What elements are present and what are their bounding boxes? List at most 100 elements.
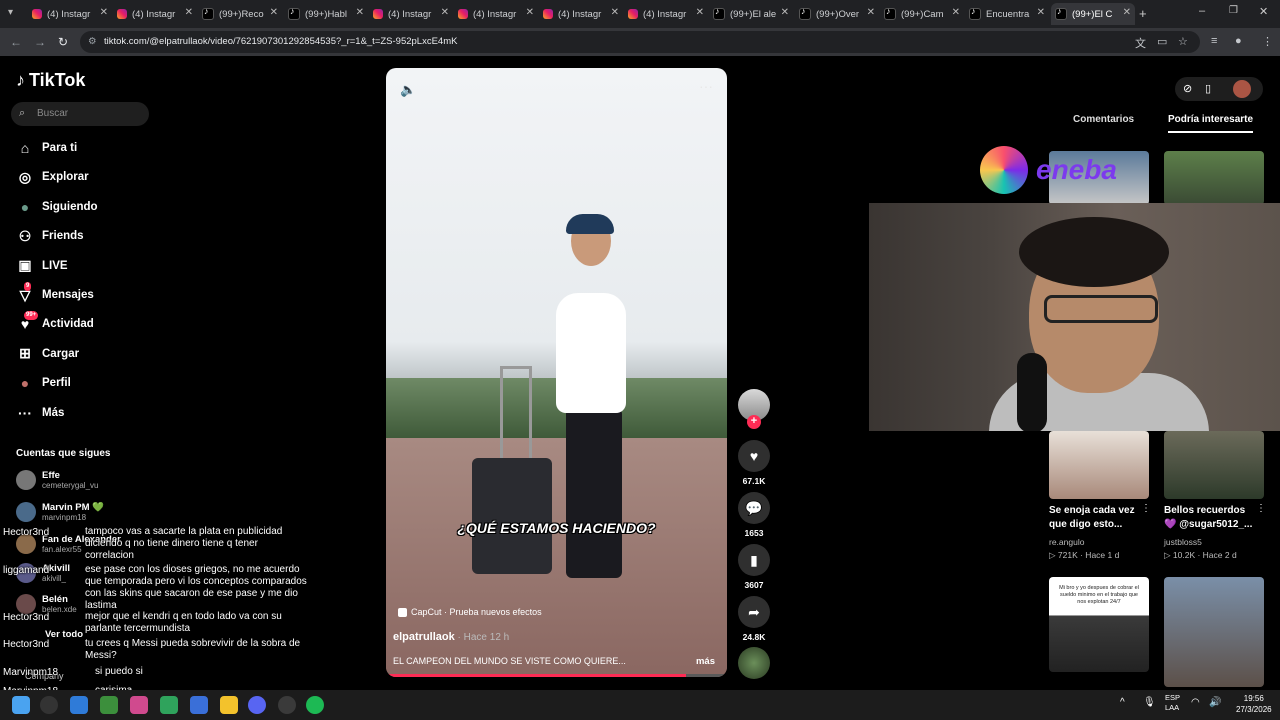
bookmark-star-icon[interactable]: ☆ <box>1178 35 1188 48</box>
sidebar-item[interactable]: ⚇ Friends <box>16 225 84 247</box>
share-icon[interactable]: ➦ <box>738 596 770 628</box>
compass-small-icon[interactable]: ⊘ <box>1183 82 1192 95</box>
like-action[interactable]: ♥ 67.1K <box>738 440 770 486</box>
search-input[interactable]: ⌕ Buscar <box>11 102 149 126</box>
new-tab-button[interactable]: + <box>1139 6 1147 21</box>
volume-tray-icon[interactable]: 🔊 <box>1209 697 1221 708</box>
edge-icon[interactable] <box>70 696 88 714</box>
tiktok-logo[interactable]: ♪ TikTok <box>16 70 85 91</box>
follow-plus-button[interactable]: + <box>747 415 761 429</box>
music-disc-icon[interactable] <box>738 647 770 679</box>
system-clock[interactable]: 19:56 27/3/2026 <box>1236 693 1272 715</box>
close-tab-icon[interactable]: ✕ <box>696 7 704 18</box>
comment-action[interactable]: 💬 1653 <box>738 492 770 538</box>
close-tab-icon[interactable]: ✕ <box>441 7 449 18</box>
mic-tray-icon[interactable]: 🎙 <box>1143 697 1156 708</box>
tab-recommended[interactable]: Podría interesarte <box>1168 114 1254 133</box>
maximize-icon[interactable]: ❐ <box>1229 5 1238 16</box>
browser-tab[interactable]: (4) Instagr ✕ <box>28 3 112 25</box>
save-action[interactable]: ▮ 3607 <box>738 544 770 590</box>
video-options-icon[interactable]: ··· <box>699 78 713 94</box>
close-tab-icon[interactable]: ✕ <box>867 7 875 18</box>
browser-tab[interactable]: (99+)Cam ✕ <box>880 3 964 25</box>
close-tab-icon[interactable]: ✕ <box>270 7 278 18</box>
site-info-icon[interactable]: ⚙ <box>88 31 97 53</box>
volume-icon[interactable]: 🔈 <box>400 82 416 98</box>
bookmark-icon[interactable]: ▮ <box>738 544 770 576</box>
forward-icon[interactable]: → <box>34 35 46 49</box>
user-avatar[interactable] <box>1233 80 1251 98</box>
video-options-icon[interactable]: ⋮ <box>1141 503 1151 514</box>
share-action[interactable]: ➦ 24.8K <box>738 596 770 642</box>
browser-tab[interactable]: (99+)Habl ✕ <box>284 3 368 25</box>
video-author[interactable]: re.angulo <box>1049 537 1084 547</box>
close-tab-icon[interactable]: ✕ <box>1123 7 1131 18</box>
app-icon[interactable] <box>190 696 208 714</box>
sidebar-item[interactable]: ● Perfil <box>16 372 71 394</box>
video-thumbnail[interactable] <box>1164 577 1264 687</box>
video-options-icon[interactable]: ⋮ <box>1256 503 1266 514</box>
comment-icon[interactable]: 💬 <box>738 492 770 524</box>
close-tab-icon[interactable]: ✕ <box>952 7 960 18</box>
language-indicator[interactable]: ESP LAA <box>1165 693 1180 713</box>
close-tab-icon[interactable]: ✕ <box>100 7 108 18</box>
sidebar-item[interactable]: ▽ 9 Mensajes <box>16 282 94 306</box>
translate-icon[interactable]: 文 <box>1135 35 1146 51</box>
back-icon[interactable]: ← <box>10 35 22 49</box>
video-author[interactable]: justbloss5 <box>1164 537 1202 547</box>
browser-tab[interactable]: (99+)El ale ✕ <box>709 3 793 25</box>
followed-account[interactable]: Belén belen.xde <box>16 594 77 614</box>
close-tab-icon[interactable]: ✕ <box>526 7 534 18</box>
video-title[interactable]: Se enoja cada vez que digo esto... <box>1049 504 1141 532</box>
video-thumbnail[interactable] <box>1164 151 1264 205</box>
close-tab-icon[interactable]: ✕ <box>185 7 193 18</box>
browser-tab[interactable]: (4) Instagr ✕ <box>539 3 623 25</box>
profile-icon[interactable]: ● <box>1235 35 1242 47</box>
video-author[interactable]: elpatrullaok · Hace 12 h <box>393 631 509 643</box>
cast-icon[interactable]: ▭ <box>1157 35 1167 48</box>
app-icon[interactable] <box>160 696 178 714</box>
search-taskbar-icon[interactable] <box>40 696 58 714</box>
url-field[interactable]: ⚙ tiktok.com/@elpatrullaok/video/7621907… <box>80 31 1200 53</box>
sidebar-item[interactable]: ♥ 99+ Actividad <box>16 311 94 335</box>
tray-chevron-icon[interactable]: ^ <box>1120 697 1125 708</box>
start-icon[interactable] <box>12 696 30 714</box>
browser-tab[interactable]: (4) Instagr ✕ <box>113 3 197 25</box>
discord-icon[interactable] <box>248 696 266 714</box>
browser-tab[interactable]: (99+)El C ✕ <box>1051 3 1135 25</box>
tab-comments[interactable]: Comentarios <box>1073 114 1134 125</box>
video-thumbnail[interactable] <box>1049 431 1149 499</box>
close-tab-icon[interactable]: ✕ <box>781 7 789 18</box>
browser-tab[interactable]: (99+)Reco ✕ <box>198 3 282 25</box>
close-tab-icon[interactable]: ✕ <box>356 7 364 18</box>
browser-tab[interactable]: (99+)Over ✕ <box>795 3 879 25</box>
video-title[interactable]: Bellos recuerdos 💜 @sugar5012_... <box>1164 504 1256 532</box>
reload-icon[interactable]: ↻ <box>58 35 68 49</box>
sidebar-item[interactable]: ◎ Explorar <box>16 166 89 188</box>
tab-list-icon[interactable]: ≡ <box>1211 35 1217 47</box>
minimize-icon[interactable]: – <box>1199 5 1205 17</box>
sidebar-item[interactable]: ⊞ Cargar <box>16 343 79 365</box>
device-icon[interactable]: ▯ <box>1205 82 1211 95</box>
followed-account[interactable]: Marvin PM 💚 marvinpm18 <box>16 502 104 522</box>
sidebar-item[interactable]: ● Siguiendo <box>16 196 98 218</box>
sidebar-item[interactable]: ▣ LIVE <box>16 255 67 277</box>
more-button[interactable]: más <box>696 656 715 667</box>
browser-tab[interactable]: Encuentra ✕ <box>965 3 1049 25</box>
video-player[interactable]: 🔈 ··· ¿QUÉ ESTAMOS HACIENDO? CapCut · Pr… <box>386 68 727 677</box>
video-thumbnail[interactable]: Mi bro y yo despues de cobrar el sueldo … <box>1049 577 1149 672</box>
followed-account[interactable]: Effe cemeterygal_vu <box>16 470 98 490</box>
tab-search-icon[interactable]: ▾ <box>8 7 13 18</box>
close-window-icon[interactable]: ✕ <box>1259 5 1268 18</box>
video-thumbnail[interactable] <box>1164 431 1264 499</box>
browser-tab[interactable]: (4) Instagr ✕ <box>369 3 453 25</box>
capcut-tag[interactable]: CapCut · Prueba nuevos efectos <box>398 607 542 617</box>
heart-icon[interactable]: ♥ <box>738 440 770 472</box>
obs-icon[interactable] <box>278 696 296 714</box>
browser-tab[interactable]: (4) Instagr ✕ <box>624 3 708 25</box>
xbox-icon[interactable] <box>100 696 118 714</box>
spotify-icon[interactable] <box>306 696 324 714</box>
file-explorer-icon[interactable] <box>220 696 238 714</box>
sidebar-item[interactable]: ⌂ Para ti <box>16 137 77 159</box>
video-progress-bar[interactable] <box>386 674 727 677</box>
